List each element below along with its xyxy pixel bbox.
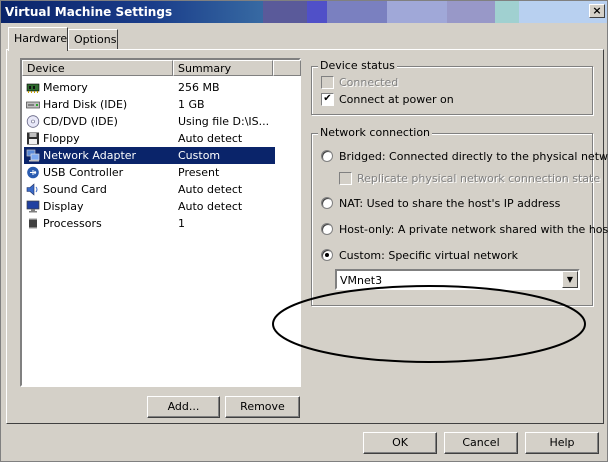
- connect-at-power-on-checkbox[interactable]: ✔: [321, 93, 334, 106]
- floppy-icon: [27, 132, 39, 145]
- remove-button[interactable]: Remove: [225, 396, 300, 418]
- device-name: Processors: [43, 217, 102, 230]
- bridged-label: Bridged: Connected directly to the physi…: [339, 150, 608, 163]
- bridged-radio[interactable]: [321, 150, 333, 162]
- column-header-summary[interactable]: Summary: [173, 60, 273, 76]
- network-adapter-icon: [26, 149, 40, 162]
- connected-label: Connected: [339, 76, 399, 89]
- custom-network-select[interactable]: VMnet3 ▼: [335, 269, 580, 290]
- hard-disk-icon: [26, 101, 40, 109]
- nat-radio[interactable]: [321, 197, 333, 209]
- device-summary: 256 MB: [178, 81, 220, 94]
- column-header-filler: [273, 60, 301, 76]
- custom-radio[interactable]: [321, 249, 333, 261]
- device-name: Memory: [43, 81, 88, 94]
- device-row-floppy[interactable]: Floppy Auto detect: [24, 130, 275, 147]
- hardware-tab-panel: Device Summary Memory 256 MB Hard Disk (…: [6, 49, 608, 424]
- replicate-state-checkbox[interactable]: [339, 172, 352, 185]
- sound-card-icon: [26, 183, 38, 196]
- checkmark-icon: ✔: [323, 93, 332, 104]
- device-name: Hard Disk (IDE): [43, 98, 128, 111]
- host-only-label: Host-only: A private network shared with…: [339, 223, 608, 236]
- device-name: Network Adapter: [43, 149, 137, 162]
- cancel-button[interactable]: Cancel: [444, 432, 518, 454]
- nat-label: NAT: Used to share the host's IP address: [339, 197, 561, 210]
- tab-hardware-label: Hardware: [14, 32, 68, 45]
- device-row-hard-disk[interactable]: Hard Disk (IDE) 1 GB: [24, 96, 275, 113]
- device-list-header: Device Summary: [22, 60, 301, 76]
- device-row-network-adapter[interactable]: Network Adapter Custom: [24, 147, 275, 164]
- host-only-radio[interactable]: [321, 223, 333, 235]
- memory-icon: [26, 83, 40, 93]
- device-status-group: Device status Connected ✔ Connect at pow…: [311, 59, 593, 115]
- window-title: Virtual Machine Settings: [5, 5, 173, 19]
- device-list[interactable]: Device Summary Memory 256 MB Hard Disk (…: [20, 58, 301, 387]
- chevron-down-icon[interactable]: ▼: [562, 271, 578, 288]
- custom-network-value: VMnet3: [340, 274, 383, 287]
- device-summary: Using file D:\IS...: [178, 115, 270, 128]
- tab-options-label: Options: [74, 33, 117, 46]
- usb-icon: [27, 166, 39, 179]
- device-row-sound-card[interactable]: Sound Card Auto detect: [24, 181, 275, 198]
- device-summary: Auto detect: [178, 200, 243, 213]
- custom-label: Custom: Specific virtual network: [339, 249, 518, 262]
- device-row-usb-controller[interactable]: USB Controller Present: [24, 164, 275, 181]
- connected-checkbox[interactable]: [321, 76, 334, 89]
- device-row-display[interactable]: Display Auto detect: [24, 198, 275, 215]
- cd-dvd-icon: [26, 115, 40, 128]
- device-name: Floppy: [43, 132, 80, 145]
- device-summary: 1: [178, 217, 185, 230]
- device-summary: 1 GB: [178, 98, 205, 111]
- tab-options[interactable]: Options: [68, 29, 118, 50]
- device-row-memory[interactable]: Memory 256 MB: [24, 79, 275, 96]
- help-button[interactable]: Help: [525, 432, 599, 454]
- device-row-processors[interactable]: Processors 1: [24, 215, 275, 232]
- vm-settings-window: Virtual Machine Settings × Hardware Opti…: [0, 0, 608, 462]
- device-status-title: Device status: [318, 59, 397, 72]
- device-name: Display: [43, 200, 84, 213]
- device-name: CD/DVD (IDE): [43, 115, 118, 128]
- device-row-cd-dvd[interactable]: CD/DVD (IDE) Using file D:\IS...: [24, 113, 275, 130]
- title-bar[interactable]: Virtual Machine Settings ×: [1, 1, 607, 23]
- network-connection-title: Network connection: [318, 126, 433, 139]
- device-summary: Custom: [178, 149, 221, 162]
- device-name: USB Controller: [43, 166, 124, 179]
- column-header-device[interactable]: Device: [22, 60, 173, 76]
- processor-icon: [29, 218, 37, 229]
- device-summary: Auto detect: [178, 183, 243, 196]
- device-summary: Auto detect: [178, 132, 243, 145]
- connect-at-power-on-label: Connect at power on: [339, 93, 454, 106]
- replicate-state-label: Replicate physical network connection st…: [357, 172, 601, 185]
- add-button[interactable]: Add...: [147, 396, 220, 418]
- tab-hardware[interactable]: Hardware: [8, 27, 68, 51]
- display-icon: [26, 200, 40, 213]
- close-icon[interactable]: ×: [589, 4, 605, 18]
- device-name: Sound Card: [43, 183, 107, 196]
- ok-button[interactable]: OK: [363, 432, 437, 454]
- device-summary: Present: [178, 166, 220, 179]
